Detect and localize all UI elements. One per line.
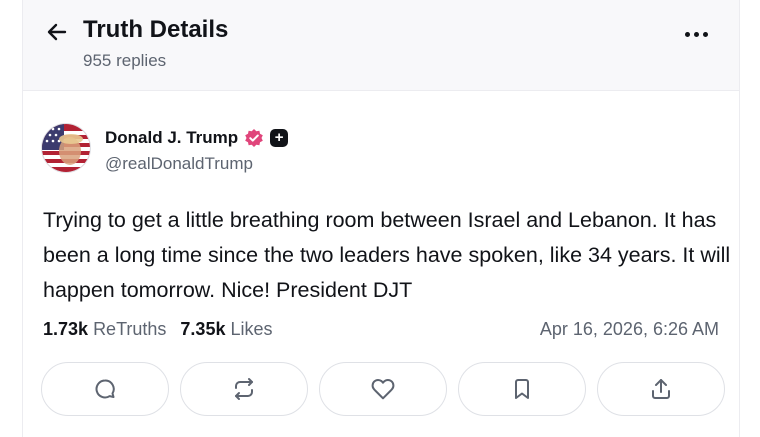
post-text: Trying to get a little breathing room be… [43, 208, 731, 302]
arrow-left-icon [47, 23, 67, 41]
likes-stat[interactable]: 7.35k Likes [180, 319, 272, 340]
post-detail-card: Truth Details 955 replies Donald J. Trum… [22, 0, 740, 437]
reply-count: 955 replies [83, 51, 167, 70]
heart-icon [371, 379, 395, 400]
post-timestamp: Apr 16, 2026, 6:26 AM [539, 319, 719, 339]
avatar[interactable] [42, 124, 90, 172]
repost-icon [235, 378, 253, 400]
likes-label: Likes [230, 319, 273, 339]
author-name-row[interactable]: Donald J. Trump + [105, 128, 289, 148]
verified-badge-icon [245, 129, 263, 147]
retruth-button[interactable] [180, 362, 308, 416]
bookmark-icon [515, 379, 529, 399]
share-icon [652, 379, 670, 399]
bookmark-button[interactable] [458, 362, 586, 416]
author-name: Donald J. Trump [105, 128, 239, 147]
more-options-button[interactable] [681, 22, 711, 46]
engagement-stats: 1.73k ReTruths 7.35k Likes [43, 319, 273, 340]
avatar-image [42, 124, 90, 172]
share-button[interactable] [597, 362, 725, 416]
like-button[interactable] [319, 362, 447, 416]
retruths-count: 1.73k [43, 319, 89, 339]
action-bar [41, 362, 725, 416]
plus-badge: + [270, 129, 289, 147]
likes-count: 7.35k [180, 319, 226, 339]
retruths-stat[interactable]: 1.73k ReTruths [43, 319, 166, 340]
page-title: Truth Details [83, 16, 229, 43]
comment-icon [95, 379, 115, 399]
more-horizontal-icon [684, 31, 690, 37]
back-button[interactable] [43, 18, 71, 46]
author-handle[interactable]: @realDonaldTrump [105, 154, 253, 174]
page-header: Truth Details 955 replies [23, 0, 739, 91]
reply-button[interactable] [41, 362, 169, 416]
retruths-label: ReTruths [93, 319, 167, 339]
